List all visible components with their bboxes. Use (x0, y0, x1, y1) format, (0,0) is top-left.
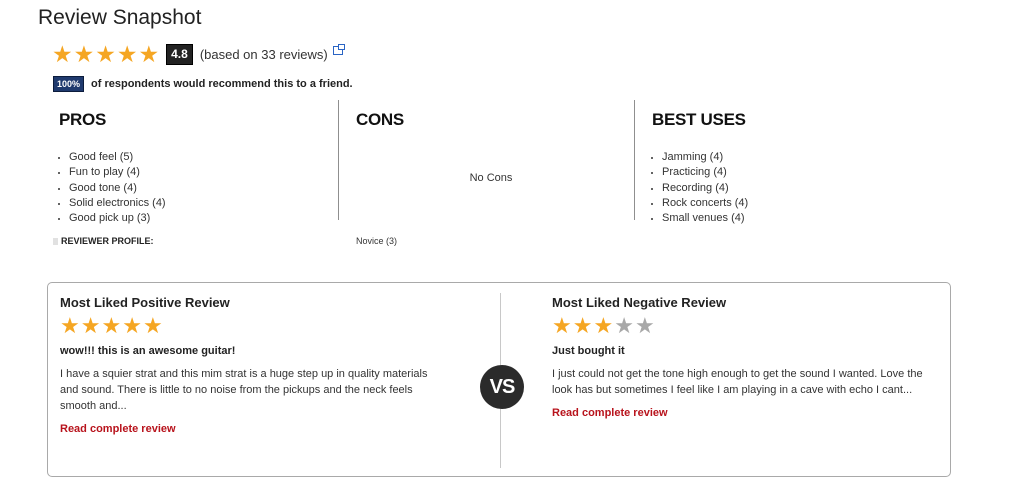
recommend-row: 100% of respondents would recommend this… (53, 76, 353, 92)
positive-review: Most Liked Positive Review ★ ★ ★ ★ ★ wow… (60, 295, 445, 435)
expand-icon (53, 237, 58, 245)
review-count: (based on 33 reviews) (199, 46, 328, 62)
negative-review-heading: Most Liked Negative Review (552, 295, 727, 310)
average-rating-badge: 4.8 (166, 43, 193, 65)
star-icon: ★ (122, 313, 142, 338)
star-icon: ★ (60, 313, 80, 338)
cons-column: CONS No Cons (356, 100, 626, 220)
recommend-percent-badge: 100% (53, 76, 85, 92)
star-icon: ★ (572, 313, 593, 338)
list-item: Rock concerts (4) (662, 196, 932, 211)
list-item: Fun to play (4) (69, 165, 329, 180)
review-comparison-panel: Most Liked Positive Review ★ ★ ★ ★ ★ wow… (47, 282, 951, 477)
list-item: Practicing (4) (662, 165, 932, 180)
positive-review-body: I have a squier strat and this mim strat… (60, 368, 428, 412)
no-cons-text: No Cons (469, 172, 513, 184)
star-icon: ★ (552, 313, 572, 338)
overall-rating: ★ ★ ★ ★ ★ 4.8 (based on 33 reviews) (52, 42, 345, 66)
star-icon: ★ (593, 313, 614, 338)
star-icon: ★ (80, 313, 101, 338)
negative-review: Most Liked Negative Review ★ ★ ★ ★ ★ Jus… (552, 295, 937, 419)
list-item: Small venues (4) (662, 211, 932, 226)
reviewer-profile-toggle[interactable]: REVIEWER PROFILE: (53, 236, 154, 246)
positive-review-stars: ★ ★ ★ ★ ★ (60, 315, 445, 337)
best-uses-list: Jamming (4) Practicing (4) Recording (4)… (652, 150, 932, 226)
list-item: Jamming (4) (662, 150, 932, 165)
list-item: Solid electronics (4) (69, 196, 329, 211)
star-empty-icon: ★ (614, 313, 634, 338)
star-icon: ★ (116, 41, 138, 67)
reviewer-profile-value: Novice (3) (356, 236, 398, 246)
vs-badge: VS (480, 365, 524, 409)
read-positive-review-link[interactable]: Read complete review (60, 423, 445, 435)
pros-list: Good feel (5) Fun to play (4) Good tone … (59, 150, 329, 226)
star-icon: ★ (73, 41, 95, 67)
reviewer-profile-label: REVIEWER PROFILE: (61, 236, 154, 246)
list-item: Good tone (4) (69, 181, 329, 196)
star-icon: ★ (101, 313, 122, 338)
overall-star-rating: ★ ★ ★ ★ ★ (52, 42, 160, 66)
list-item: Recording (4) (662, 181, 932, 196)
list-item: Good feel (5) (69, 150, 329, 165)
recommend-text: of respondents would recommend this to a… (91, 78, 353, 90)
column-divider (338, 100, 339, 220)
positive-review-heading: Most Liked Positive Review (60, 295, 230, 310)
open-popup-icon[interactable] (332, 43, 345, 55)
star-icon: ★ (52, 41, 73, 67)
star-icon: ★ (95, 41, 116, 67)
star-icon: ★ (138, 41, 160, 67)
page-title: Review Snapshot (38, 6, 202, 29)
pros-column: PROS Good feel (5) Fun to play (4) Good … (59, 100, 329, 224)
positive-review-title: wow!!! this is an awesome guitar! (60, 345, 236, 357)
negative-review-stars: ★ ★ ★ ★ ★ (552, 315, 937, 337)
pros-title: PROS (59, 110, 106, 129)
cons-title: CONS (356, 110, 404, 129)
negative-review-title: Just bought it (552, 345, 625, 357)
star-empty-icon: ★ (634, 313, 655, 338)
best-uses-title: BEST USES (652, 110, 746, 129)
read-negative-review-link[interactable]: Read complete review (552, 407, 937, 419)
column-divider (634, 100, 635, 220)
negative-review-body: I just could not get the tone high enoug… (552, 368, 923, 396)
star-icon: ★ (142, 313, 163, 338)
best-uses-column: BEST USES Jamming (4) Practicing (4) Rec… (652, 100, 932, 224)
list-item: Good pick up (3) (69, 211, 329, 226)
